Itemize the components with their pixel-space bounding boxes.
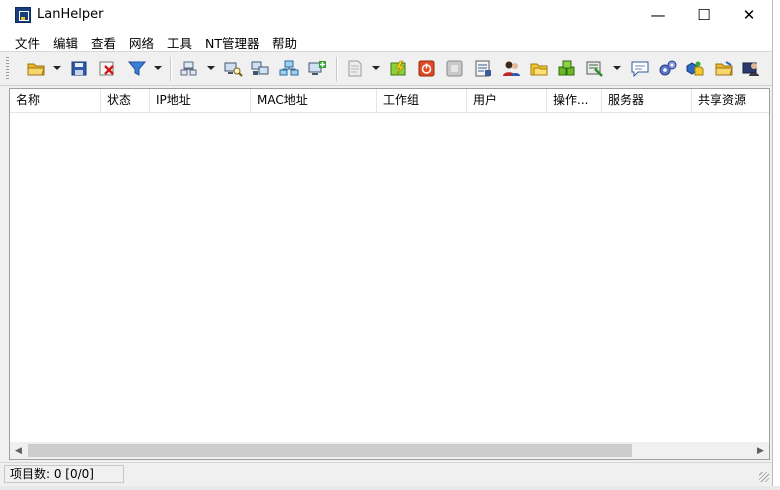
- column-header-user[interactable]: 用户: [467, 89, 547, 112]
- cleanup-dropdown-arrow-icon[interactable]: [613, 66, 621, 70]
- scan-computers-icon[interactable]: [250, 60, 270, 77]
- toolbar: [0, 51, 772, 86]
- user-admin-icon[interactable]: [741, 60, 761, 77]
- computer-list[interactable]: 名称 状态 IP地址 MAC地址 工作组 用户 操作... 服务器 共享资源 ◀…: [9, 88, 770, 460]
- list-header: 名称 状态 IP地址 MAC地址 工作组 用户 操作... 服务器 共享资源: [10, 89, 769, 113]
- column-header-name[interactable]: 名称: [10, 89, 101, 112]
- app-logo-icon: [15, 7, 31, 23]
- users-icon[interactable]: [501, 60, 521, 77]
- cleanup-icon[interactable]: [585, 60, 605, 77]
- computer-search-icon[interactable]: [223, 60, 243, 77]
- resize-grip-icon[interactable]: [759, 472, 769, 482]
- document-dropdown-arrow-icon[interactable]: [372, 66, 380, 70]
- menu-nt-manager[interactable]: NT管理器: [205, 33, 260, 52]
- add-computer-icon[interactable]: [307, 60, 327, 77]
- filter-icon[interactable]: [127, 60, 147, 77]
- maximize-button[interactable]: ☐: [681, 0, 727, 30]
- chat-icon[interactable]: [630, 60, 650, 78]
- background-desktop: [0, 486, 780, 490]
- share-green-icon[interactable]: [557, 60, 577, 77]
- settings-gears-icon[interactable]: [658, 60, 678, 77]
- toolbar-separator: [336, 57, 338, 81]
- menu-help[interactable]: 帮助: [272, 33, 297, 52]
- message-log-icon[interactable]: [473, 60, 493, 77]
- horizontal-scrollbar[interactable]: ◀ ▶: [10, 442, 769, 459]
- refresh-icon[interactable]: [389, 60, 409, 77]
- save-icon[interactable]: [69, 60, 89, 77]
- column-header-ip[interactable]: IP地址: [150, 89, 251, 112]
- scroll-right-arrow-icon[interactable]: ▶: [752, 442, 769, 459]
- close-button[interactable]: ✕: [726, 0, 772, 30]
- filter-dropdown-arrow-icon[interactable]: [154, 66, 162, 70]
- column-header-workgroup[interactable]: 工作组: [377, 89, 467, 112]
- menu-edit[interactable]: 编辑: [53, 33, 78, 52]
- toolbar-grip[interactable]: [6, 57, 9, 81]
- remote-folder-icon[interactable]: [686, 60, 706, 77]
- column-header-os[interactable]: 操作...: [547, 89, 602, 112]
- delete-icon[interactable]: [97, 60, 117, 77]
- title-bar[interactable]: LanHelper — ☐ ✕: [0, 0, 772, 30]
- menu-network[interactable]: 网络: [129, 33, 154, 52]
- scroll-left-arrow-icon[interactable]: ◀: [10, 442, 27, 459]
- window-title: LanHelper: [37, 7, 104, 22]
- power-off-icon[interactable]: [417, 60, 437, 77]
- scan-network-icon[interactable]: [179, 60, 199, 77]
- scrollbar-thumb[interactable]: [28, 444, 632, 457]
- menu-file[interactable]: 文件: [15, 33, 40, 52]
- scan-dropdown-arrow-icon[interactable]: [207, 66, 215, 70]
- block-icon[interactable]: [445, 60, 465, 77]
- document-icon[interactable]: [345, 60, 365, 77]
- toolbar-separator: [170, 57, 172, 81]
- column-header-server[interactable]: 服务器: [602, 89, 692, 112]
- minimize-button[interactable]: —: [635, 0, 681, 30]
- network-group-icon[interactable]: [279, 60, 299, 77]
- status-bar: 项目数: 0 [0/0]: [0, 462, 772, 485]
- column-header-status[interactable]: 状态: [101, 89, 150, 112]
- app-window: LanHelper — ☐ ✕ 文件 编辑 查看 网络 工具 NT管理器 帮助: [0, 0, 773, 486]
- menu-view[interactable]: 查看: [91, 33, 116, 52]
- open-folder-icon[interactable]: [26, 60, 46, 77]
- shared-folders-icon[interactable]: [529, 60, 549, 77]
- column-header-mac[interactable]: MAC地址: [251, 89, 377, 112]
- open-dropdown-arrow-icon[interactable]: [53, 66, 61, 70]
- menu-bar: 文件 编辑 查看 网络 工具 NT管理器 帮助: [0, 30, 772, 51]
- open-share-icon[interactable]: [714, 60, 734, 77]
- menu-tools[interactable]: 工具: [167, 33, 192, 52]
- item-count-status: 项目数: 0 [0/0]: [4, 465, 124, 483]
- column-header-shares[interactable]: 共享资源: [692, 89, 769, 112]
